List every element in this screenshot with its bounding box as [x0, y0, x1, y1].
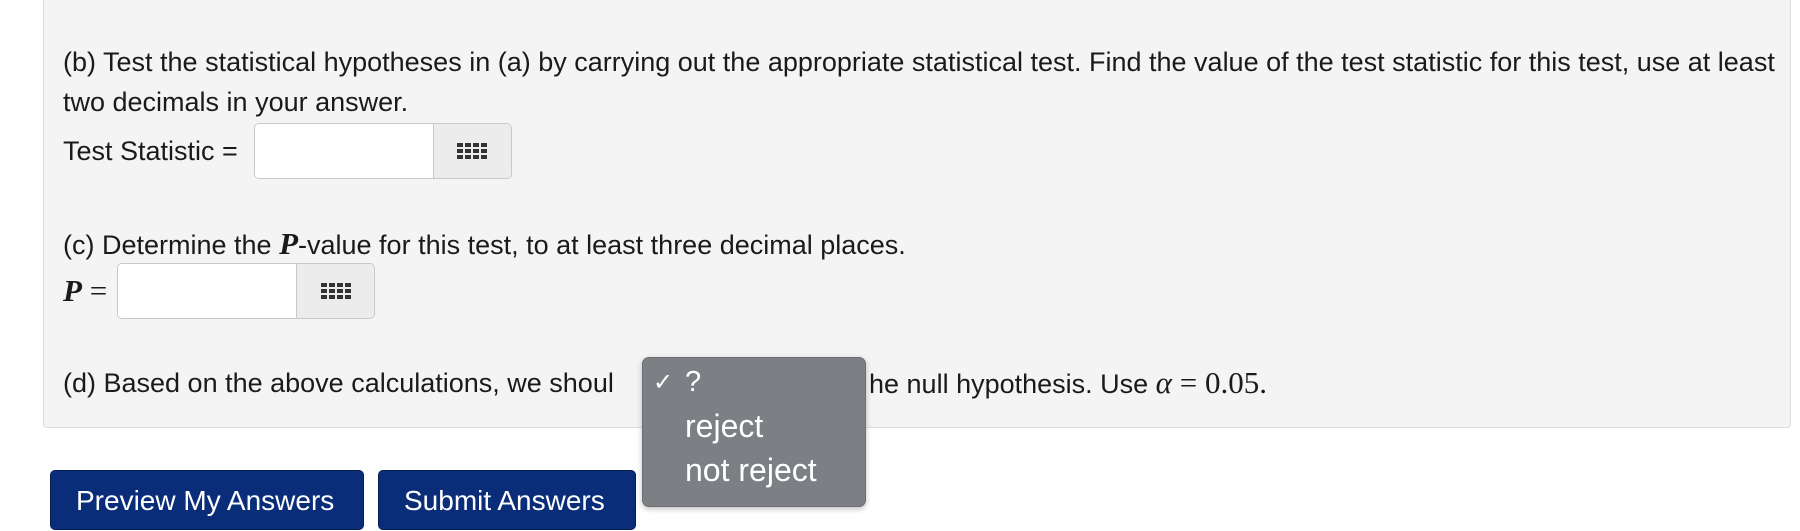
part-c-text-before: (c) Determine the [63, 230, 280, 260]
grid-icon [457, 143, 488, 159]
test-statistic-input[interactable] [254, 124, 433, 178]
alpha-equals: = [1171, 365, 1205, 400]
p-label-equals: = [81, 273, 108, 308]
part-d-text-after: he null hypothesis. Use [869, 369, 1156, 399]
part-b-answer-row: Test Statistic = [63, 123, 512, 179]
part-b-question: (b) Test the statistical hypotheses in (… [63, 47, 1775, 117]
submit-answers-button[interactable]: Submit Answers [378, 470, 636, 530]
dropdown-option-not-reject[interactable]: not reject [685, 450, 817, 490]
dropdown-option-reject[interactable]: reject [685, 406, 763, 446]
p-value-equation-editor-button[interactable] [296, 264, 375, 318]
dropdown-option-placeholder[interactable]: ✓ ? [653, 362, 702, 402]
part-c-answer-row: P = [63, 263, 376, 319]
part-d-question-continued: he null hypothesis. Use α = 0.05. [869, 363, 1769, 404]
test-statistic-answer-group [253, 123, 512, 179]
part-c-question: (c) Determine the P-value for this test,… [63, 224, 1783, 265]
preview-answers-button[interactable]: Preview My Answers [50, 470, 364, 530]
alpha-value: 0.05. [1204, 365, 1267, 400]
p-value-input[interactable] [118, 264, 297, 318]
alpha-symbol: α [1155, 365, 1172, 400]
checkmark-icon: ✓ [653, 369, 674, 396]
grid-icon [320, 283, 351, 299]
test-statistic-equation-editor-button[interactable] [432, 124, 511, 178]
p-symbol: P [279, 226, 299, 261]
p-value-answer-group [117, 263, 376, 319]
part-d-text-before: (d) Based on the above calculations, we … [63, 368, 614, 398]
reject-select-dropdown[interactable]: ✓ ? reject not reject [642, 357, 866, 507]
dropdown-option-label: ? [685, 366, 702, 398]
part-c-text-after: -value for this test, to at least three … [298, 230, 906, 260]
p-label-symbol: P [63, 273, 82, 308]
test-statistic-label: Test Statistic = [63, 136, 238, 166]
